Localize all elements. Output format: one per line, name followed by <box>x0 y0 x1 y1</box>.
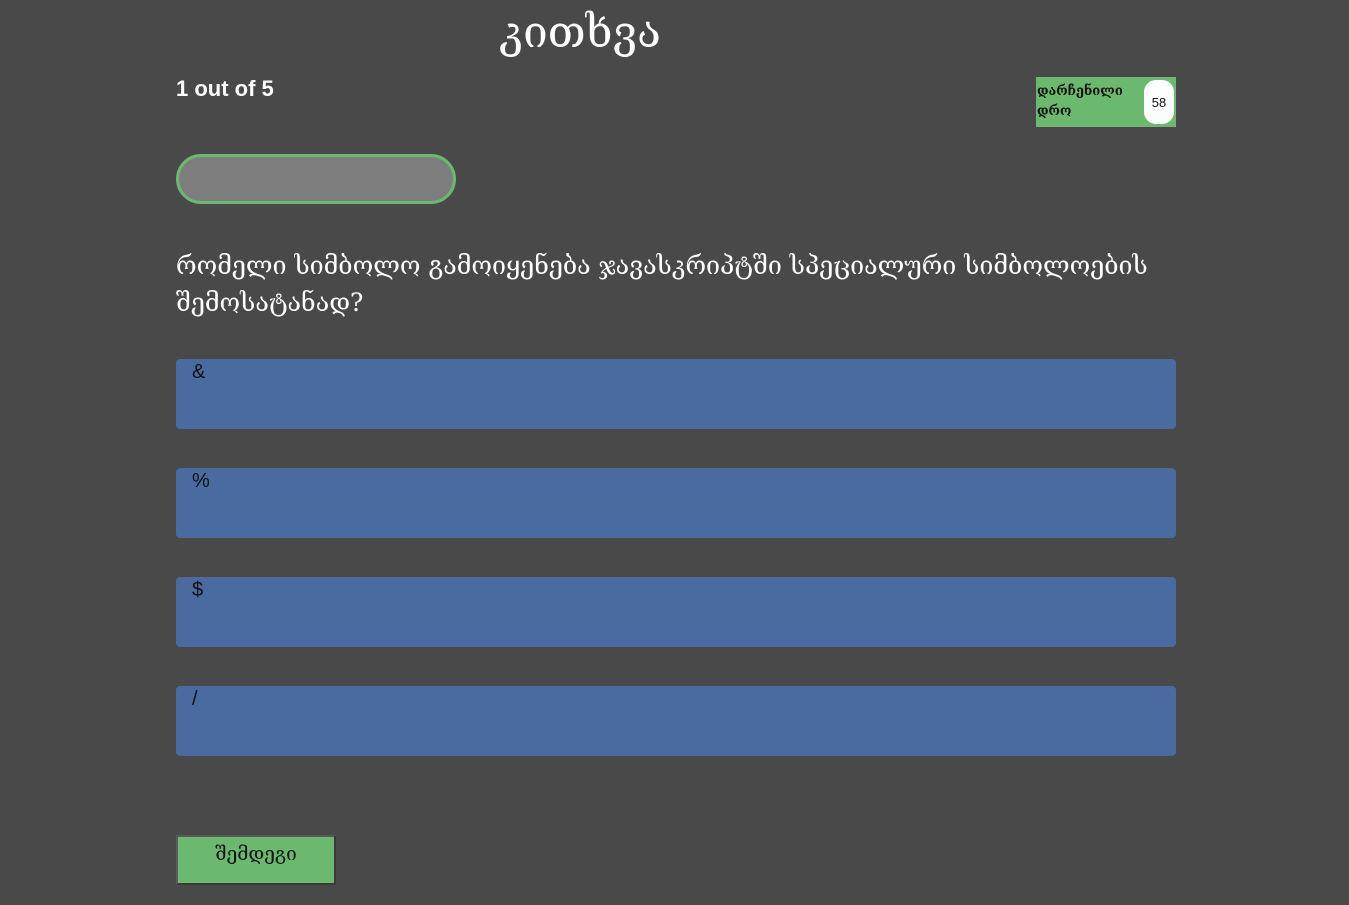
answer-option-label: $ <box>192 579 204 601</box>
answer-option-3[interactable]: $ <box>176 577 1176 647</box>
answer-option-label: / <box>192 688 198 710</box>
page-title: კითხვა <box>499 7 661 58</box>
next-button[interactable]: შემდეგი <box>176 835 336 885</box>
progress-bar <box>176 154 456 204</box>
timer-panel: დარჩენილი დრო 58 <box>1036 77 1176 127</box>
timer-label: დარჩენილი დრო <box>1037 84 1123 119</box>
answer-option-4[interactable]: / <box>176 686 1176 756</box>
answer-option-1[interactable]: & <box>176 359 1176 429</box>
question-counter: 1 out of 5 <box>176 76 274 101</box>
question-text: რომელი სიმბოლო გამოიყენება ჯავასკრიპტში … <box>176 251 1148 317</box>
answer-option-label: & <box>192 361 206 383</box>
answer-option-label: % <box>192 470 210 492</box>
answer-option-2[interactable]: % <box>176 468 1176 538</box>
timer-value: 58 <box>1144 80 1174 124</box>
